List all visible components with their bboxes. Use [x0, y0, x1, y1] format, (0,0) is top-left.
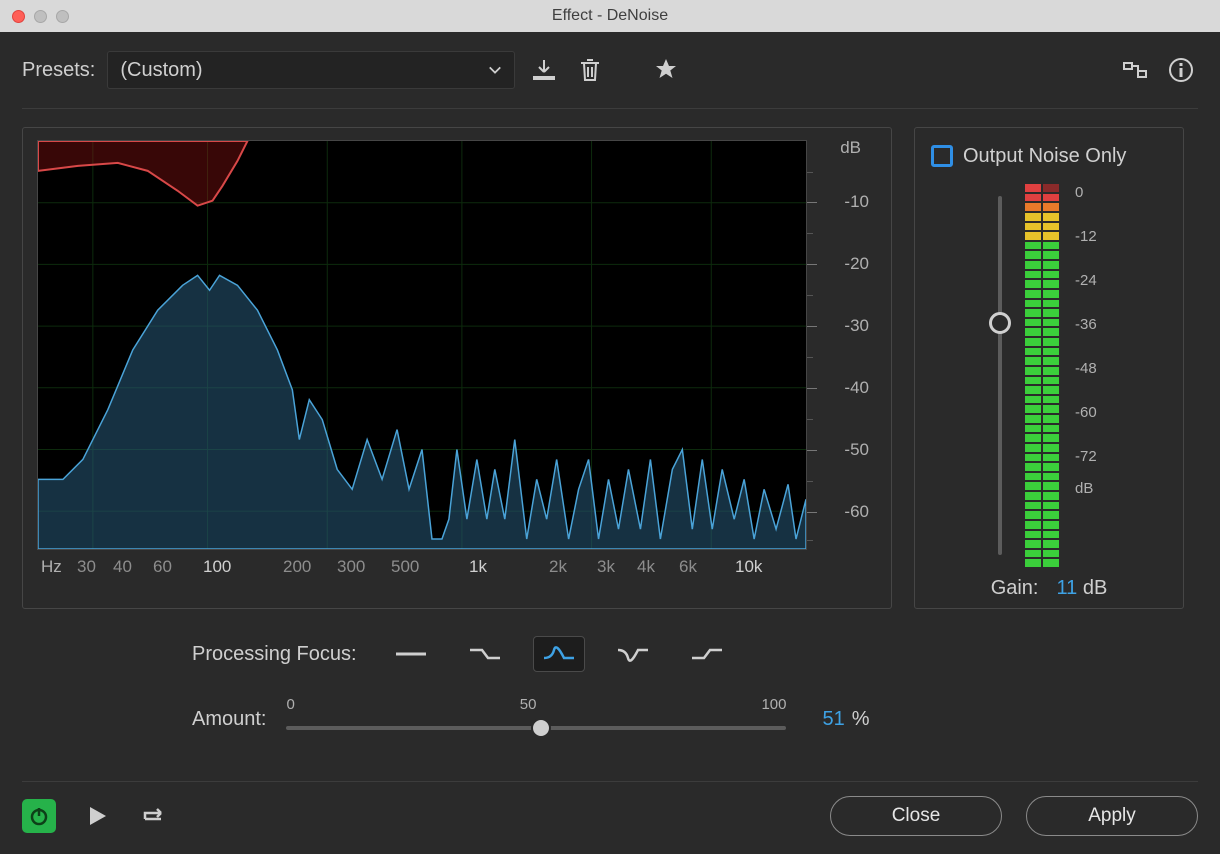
- gain-unit: dB: [1083, 577, 1107, 599]
- focus-low-shelf-button[interactable]: [459, 636, 511, 672]
- chevron-down-icon: [488, 63, 502, 77]
- processing-focus-row: Processing Focus:: [22, 631, 1198, 677]
- level-meter: [1025, 184, 1059, 567]
- output-noise-only-checkbox[interactable]: [931, 145, 953, 167]
- focus-flat-button[interactable]: [385, 636, 437, 672]
- presets-label: Presets:: [22, 59, 95, 82]
- footer: Close Apply: [22, 781, 1198, 854]
- presets-dropdown[interactable]: (Custom): [107, 51, 515, 89]
- favorite-button[interactable]: [649, 53, 683, 87]
- hz-axis: Hz 30 40 60 100 200 300 500 1k 2k 3k 4k …: [37, 550, 877, 584]
- divider: [22, 108, 1198, 109]
- spectrum-display[interactable]: [37, 140, 807, 550]
- gain-panel: Output Noise Only 0 -12 -24 -36 -48 -60 …: [914, 127, 1184, 609]
- gain-meter-zone: 0 -12 -24 -36 -48 -60 -72 dB: [931, 184, 1167, 567]
- save-preset-button[interactable]: [527, 53, 561, 87]
- apply-button[interactable]: Apply: [1026, 796, 1198, 836]
- delete-preset-button[interactable]: [573, 53, 607, 87]
- toolbar: Presets: (Custom): [22, 46, 1198, 94]
- content-area: dB -10 -20 -30 -40 -50 -60 Hz: [22, 127, 1198, 609]
- power-toggle[interactable]: [22, 799, 56, 833]
- spectrum-panel: dB -10 -20 -30 -40 -50 -60 Hz: [22, 127, 892, 609]
- gain-label: Gain:: [991, 577, 1039, 600]
- amount-slider[interactable]: 0 50 100: [286, 696, 786, 742]
- window-titlebar: Effect - DeNoise: [0, 0, 1220, 32]
- db-unit-label: dB: [840, 138, 861, 158]
- close-button[interactable]: Close: [830, 796, 1002, 836]
- focus-notch-button[interactable]: [607, 636, 659, 672]
- presets-value: (Custom): [120, 59, 202, 82]
- meter-scale: 0 -12 -24 -36 -48 -60 -72 dB: [1069, 184, 1113, 567]
- output-noise-only-label: Output Noise Only: [963, 145, 1126, 168]
- gain-slider[interactable]: [985, 184, 1015, 567]
- info-icon[interactable]: [1164, 53, 1198, 87]
- loop-button[interactable]: [138, 799, 172, 833]
- db-axis: dB -10 -20 -30 -40 -50 -60: [807, 140, 869, 550]
- amount-value[interactable]: 51: [822, 708, 844, 730]
- amount-label: Amount:: [192, 708, 266, 731]
- window-title: Effect - DeNoise: [0, 7, 1220, 25]
- preview-play-button[interactable]: [80, 799, 114, 833]
- amount-row: Amount: 0 50 100 51 %: [22, 691, 1198, 747]
- amount-unit: %: [852, 708, 870, 730]
- routing-icon[interactable]: [1118, 53, 1152, 87]
- focus-high-shelf-button[interactable]: [681, 636, 733, 672]
- focus-bell-button[interactable]: [533, 636, 585, 672]
- gain-value[interactable]: 11: [1057, 577, 1078, 599]
- processing-focus-label: Processing Focus:: [192, 643, 357, 666]
